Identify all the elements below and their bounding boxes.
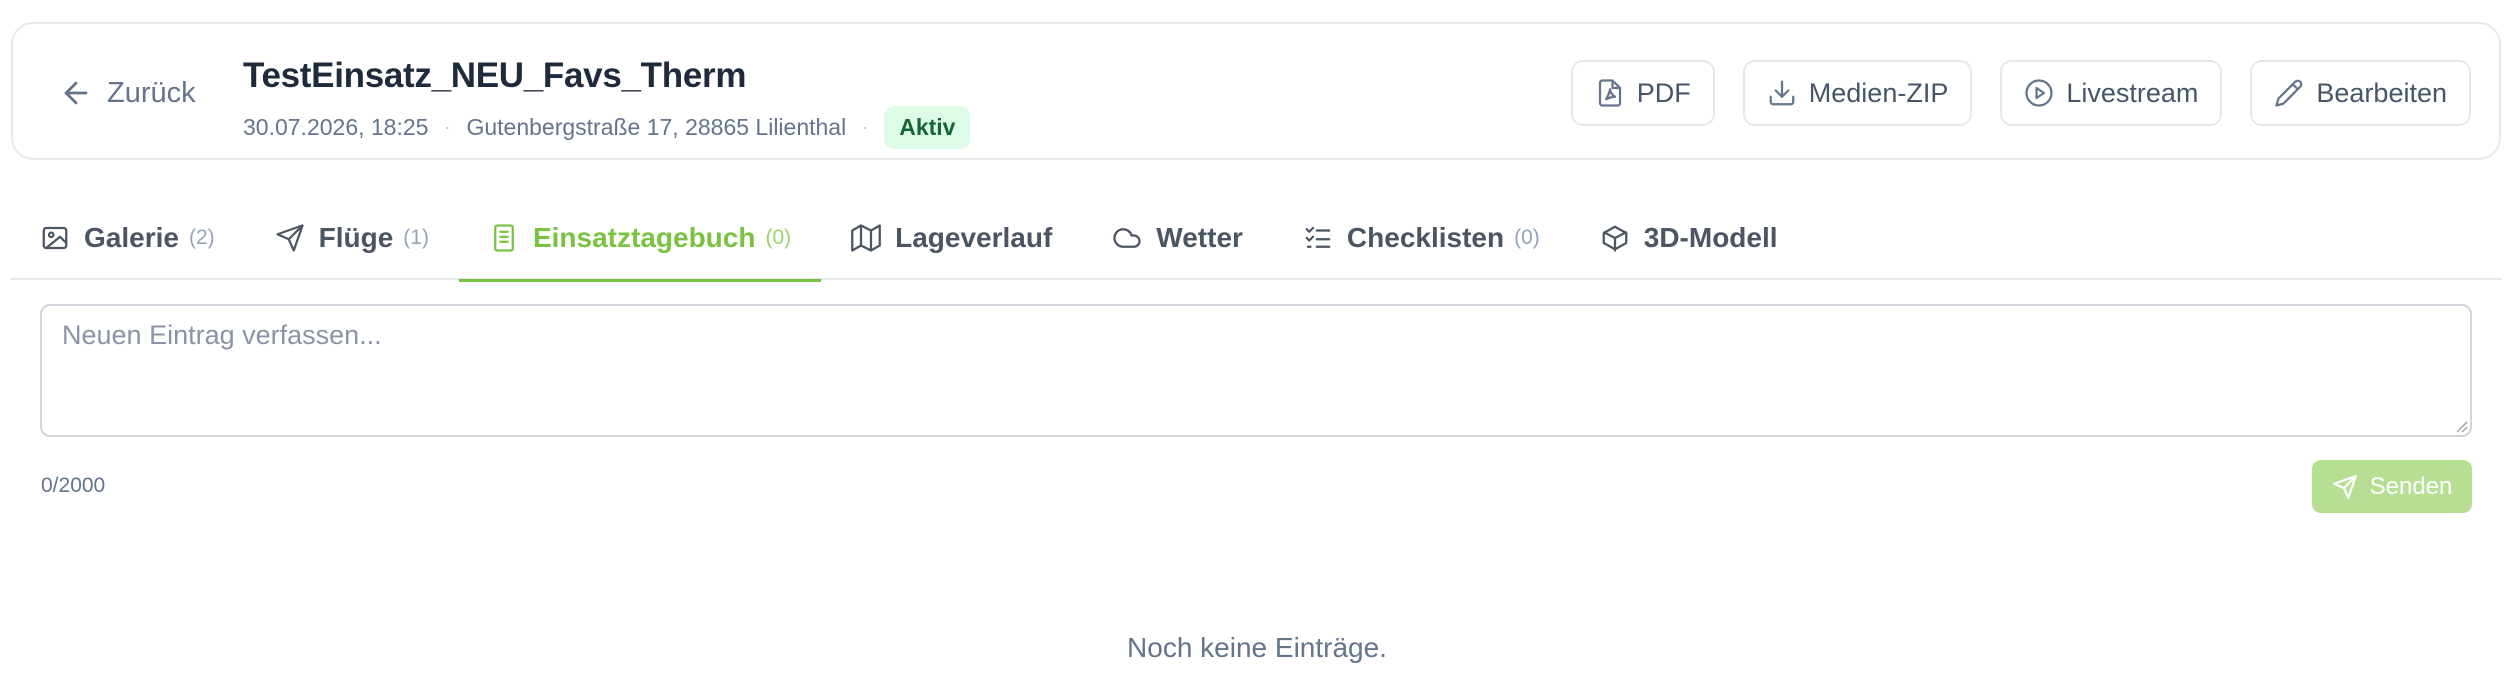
page-title: TestEinsatz_NEU_Favs_Therm [243,56,747,95]
send-label: Senden [2369,472,2453,500]
tab-galerie[interactable]: Galerie (2) [10,196,245,280]
send-icon [275,223,305,253]
header-actions: PDF Medien-ZIP Livestream Bearbeiten [1570,60,2471,126]
send-button[interactable]: Senden [2312,460,2472,513]
title-block: TestEinsatz_NEU_Favs_Therm 30.07.2026, 1… [243,54,971,149]
pdf-button[interactable]: PDF [1570,60,1715,126]
tab-label: Galerie [84,222,179,253]
media-zip-button[interactable]: Medien-ZIP [1742,60,1973,126]
tab-label: Wetter [1156,222,1243,253]
tab-checklisten[interactable]: Checklisten (0) [1273,196,1570,280]
send-icon [2332,474,2358,500]
tab-label: Flüge [318,222,394,253]
meta-separator: · [444,117,451,137]
tab-bar: Galerie (2) Flüge (1) Einsatztagebuch (0… [10,196,2502,282]
back-button[interactable]: Zurück [59,70,196,116]
cube-icon [1600,223,1630,253]
tab-lageverlauf[interactable]: Lageverlauf [821,196,1082,280]
cloud-icon [1112,223,1142,253]
status-badge: Aktiv [884,106,971,149]
livestream-label: Livestream [2066,77,2199,108]
arrow-left-icon [59,76,93,110]
tab-count: (0) [1514,226,1540,249]
char-counter: 0/2000 [41,474,106,497]
pdf-label: PDF [1636,77,1691,108]
tab-3d-modell[interactable]: 3D-Modell [1570,196,1808,280]
header-card: Zurück TestEinsatz_NEU_Favs_Therm 30.07.… [11,22,2501,160]
download-icon [1767,78,1797,108]
empty-state-text: Noch keine Einträge. [1127,632,1387,663]
gallery-icon [40,223,70,253]
mission-date: 30.07.2026, 18:25 [243,114,429,140]
tab-count: (2) [188,226,215,249]
resize-handle-icon[interactable] [2454,419,2468,433]
tab-wetter[interactable]: Wetter [1082,196,1273,280]
meta-row: 30.07.2026, 18:25 · Gutenbergstraße 17, … [243,106,971,149]
tab-label: 3D-Modell [1643,222,1778,253]
tab-count: (1) [403,226,429,249]
pencil-icon [2274,78,2304,108]
tab-label: Checklisten [1346,222,1505,253]
tab-label: Lageverlauf [895,222,1053,253]
notebook-icon [489,223,519,253]
livestream-button[interactable]: Livestream [2000,60,2223,126]
file-pdf-icon [1595,78,1625,108]
meta-separator: · [862,117,869,137]
media-zip-label: Medien-ZIP [1808,77,1949,108]
tab-label: Einsatztagebuch [532,222,756,253]
tab-einsatztagebuch[interactable]: Einsatztagebuch (0) [458,196,822,282]
edit-button[interactable]: Bearbeiten [2250,60,2471,126]
play-circle-icon [2024,78,2054,108]
tab-fluege[interactable]: Flüge (1) [245,196,459,280]
new-entry-input[interactable] [40,304,2472,437]
tab-count: (0) [765,226,792,249]
mission-address: Gutenbergstraße 17, 28865 Lilienthal [466,114,847,140]
map-icon [851,223,881,253]
edit-label: Bearbeiten [2316,77,2447,108]
back-label: Zurück [107,76,196,109]
checklist-icon [1303,223,1333,253]
